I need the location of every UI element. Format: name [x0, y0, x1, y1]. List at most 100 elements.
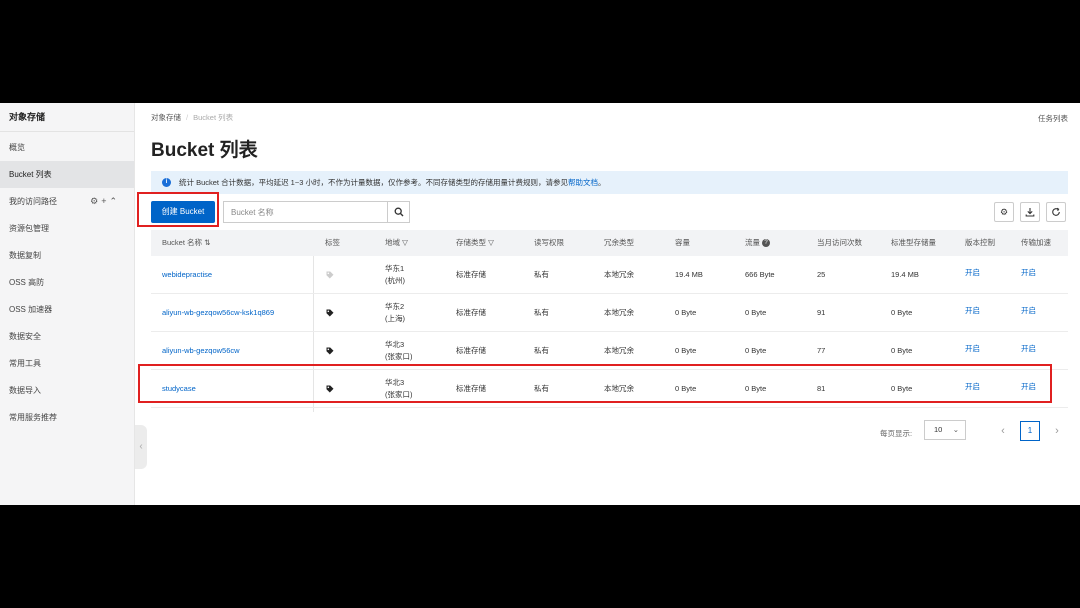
th-name[interactable]: Bucket 名称 ⇅ — [162, 230, 210, 256]
visits-cell: 25 — [817, 270, 826, 279]
settings-button[interactable]: ⚙ — [994, 202, 1014, 222]
sidebar-item-data-replication[interactable]: 数据复制 — [0, 242, 134, 269]
gear-icon: ⚙ — [999, 207, 1009, 217]
next-page-button[interactable]: › — [1050, 421, 1064, 441]
region-cell: 华北3 (张家口) — [385, 339, 413, 363]
tag-icon[interactable] — [326, 271, 334, 279]
acceleration-toggle[interactable]: 开启 — [1021, 292, 1036, 330]
chevron-right-icon: › — [1055, 425, 1059, 437]
th-tag: 标签 — [325, 238, 340, 247]
sidebar: 对象存储 概览 Bucket 列表 我的访问路径 ⚙+⌃ 资源包管理 数据复制 … — [0, 103, 135, 505]
breadcrumb-root[interactable]: 对象存储 — [151, 113, 181, 122]
sidebar-item-oss-accelerator[interactable]: OSS 加速器 — [0, 296, 134, 323]
visits-cell: 91 — [817, 308, 826, 317]
page-size-value: 10 — [934, 425, 943, 434]
sidebar-item-label: 我的访问路径 — [9, 197, 57, 206]
sidebar-item-oss-anti-ddos[interactable]: OSS 高防 — [0, 269, 134, 296]
help-doc-link[interactable]: 帮助文档 — [568, 178, 598, 187]
versioning-toggle[interactable]: 开启 — [965, 330, 980, 368]
console-screen: 对象存储 概览 Bucket 列表 我的访问路径 ⚙+⌃ 资源包管理 数据复制 … — [0, 103, 1080, 505]
table-header: Bucket 名称 ⇅ 标签 地域 ▽ 存储类型 ▽ 读写权限 冗余类型 容量 … — [151, 230, 1068, 256]
sidebar-item-resource-packages[interactable]: 资源包管理 — [0, 215, 134, 242]
storage-type-cell: 标准存储 — [456, 308, 486, 317]
bucket-name-link[interactable]: aliyun-wb-gezqow56cw-ksk1q869 — [162, 294, 274, 332]
region-name: 华东1 — [385, 264, 405, 273]
th-standard-storage: 标准型存储量 — [891, 238, 936, 247]
page-size-select[interactable]: 10 ⌄ — [924, 420, 966, 440]
standard-storage-cell: 19.4 MB — [891, 270, 919, 279]
sidebar-collapse-handle[interactable]: ‹ — [135, 425, 147, 469]
region-city: (杭州) — [385, 276, 405, 285]
sidebar-item-data-security[interactable]: 数据安全 — [0, 323, 134, 350]
page-size-label: 每页显示: — [880, 429, 913, 438]
th-capacity: 容量 — [675, 238, 690, 247]
sidebar-item-data-import[interactable]: 数据导入 — [0, 377, 134, 404]
th-traffic-label: 流量 — [745, 238, 760, 247]
versioning-toggle[interactable]: 开启 — [965, 292, 980, 330]
chevron-left-icon: ‹ — [139, 441, 143, 452]
th-storage-type[interactable]: 存储类型 ▽ — [456, 230, 494, 256]
filter-icon: ▽ — [402, 238, 408, 247]
tag-icon[interactable] — [326, 347, 334, 355]
th-name-label: Bucket 名称 — [162, 238, 203, 247]
main-content: 对象存储 / Bucket 列表 任务列表 Bucket 列表 i 统计 Bucke… — [151, 103, 1080, 505]
sidebar-item-bucket-list[interactable]: Bucket 列表 — [0, 161, 134, 188]
tag-icon[interactable] — [326, 309, 334, 317]
th-region[interactable]: 地域 ▽ — [385, 230, 408, 256]
notice-text: 统计 Bucket 合计数据，平均延迟 1~3 小时，不作为计量数据，仅作参考。… — [179, 178, 568, 187]
region-city: (张家口) — [385, 352, 413, 361]
search-input[interactable] — [224, 202, 382, 222]
standard-storage-cell: 0 Byte — [891, 308, 913, 317]
sort-icon: ⇅ — [204, 238, 211, 247]
region-city: (上海) — [385, 314, 405, 323]
breadcrumb-current: Bucket 列表 — [193, 113, 234, 122]
th-storage-type-label: 存储类型 — [456, 238, 486, 247]
bucket-name-link[interactable]: webidepractise — [162, 256, 212, 294]
redundancy-cell: 本地冗余 — [604, 270, 634, 279]
search-button[interactable] — [387, 202, 409, 222]
highlight-box-create — [137, 192, 219, 227]
capacity-cell: 19.4 MB — [675, 270, 703, 279]
th-acceleration: 传输加速 — [1021, 238, 1051, 247]
sidebar-title: 对象存储 — [0, 103, 134, 132]
prev-page-button[interactable]: ‹ — [996, 421, 1010, 441]
notice-end: 。 — [597, 178, 606, 187]
th-monthly-visits: 当月访问次数 — [817, 238, 862, 247]
bucket-search — [223, 201, 410, 223]
chevron-up-icon[interactable]: ⌃ — [109, 196, 120, 206]
info-notice: i 统计 Bucket 合计数据，平均延迟 1~3 小时，不作为计量数据，仅作参… — [151, 171, 1068, 194]
th-traffic: 流量 ? — [745, 230, 771, 256]
chevron-down-icon: ⌄ — [952, 425, 959, 434]
chevron-left-icon: ‹ — [1001, 425, 1005, 437]
breadcrumb: 对象存储 / Bucket 列表 — [151, 112, 233, 123]
page-title: Bucket 列表 — [151, 140, 258, 161]
th-versioning: 版本控制 — [965, 238, 995, 247]
sidebar-item-recommended-services[interactable]: 常用服务推荐 — [0, 404, 134, 431]
refresh-icon — [1052, 207, 1060, 216]
region-cell: 华东1 (杭州) — [385, 263, 405, 287]
sidebar-item-tools[interactable]: 常用工具 — [0, 350, 134, 377]
breadcrumb-separator: / — [186, 113, 189, 122]
sidebar-item-access-paths[interactable]: 我的访问路径 ⚙+⌃ — [0, 188, 134, 215]
versioning-toggle[interactable]: 开启 — [965, 254, 980, 292]
download-icon — [1025, 208, 1035, 217]
refresh-button[interactable] — [1046, 202, 1066, 222]
table-row: webidepractise 华东1 (杭州) 标准存储 私有 本地冗余 19.4… — [151, 256, 1068, 294]
filter-icon: ▽ — [488, 238, 494, 247]
gear-icon[interactable]: ⚙ — [90, 196, 101, 206]
acl-cell: 私有 — [534, 308, 549, 317]
sidebar-item-overview[interactable]: 概览 — [0, 134, 134, 161]
th-region-label: 地域 — [385, 238, 400, 247]
acl-cell: 私有 — [534, 270, 549, 279]
region-cell: 华东2 (上海) — [385, 301, 405, 325]
redundancy-cell: 本地冗余 — [604, 308, 634, 317]
highlight-box-row — [138, 364, 1052, 403]
region-name: 华东2 — [385, 302, 405, 311]
help-icon[interactable]: ? — [762, 239, 771, 248]
acceleration-toggle[interactable]: 开启 — [1021, 254, 1036, 292]
export-button[interactable] — [1020, 202, 1040, 222]
task-list-link[interactable]: 任务列表 — [1038, 113, 1068, 124]
current-page-button[interactable]: 1 — [1020, 421, 1040, 441]
acceleration-toggle[interactable]: 开启 — [1021, 330, 1036, 368]
storage-type-cell: 标准存储 — [456, 270, 486, 279]
